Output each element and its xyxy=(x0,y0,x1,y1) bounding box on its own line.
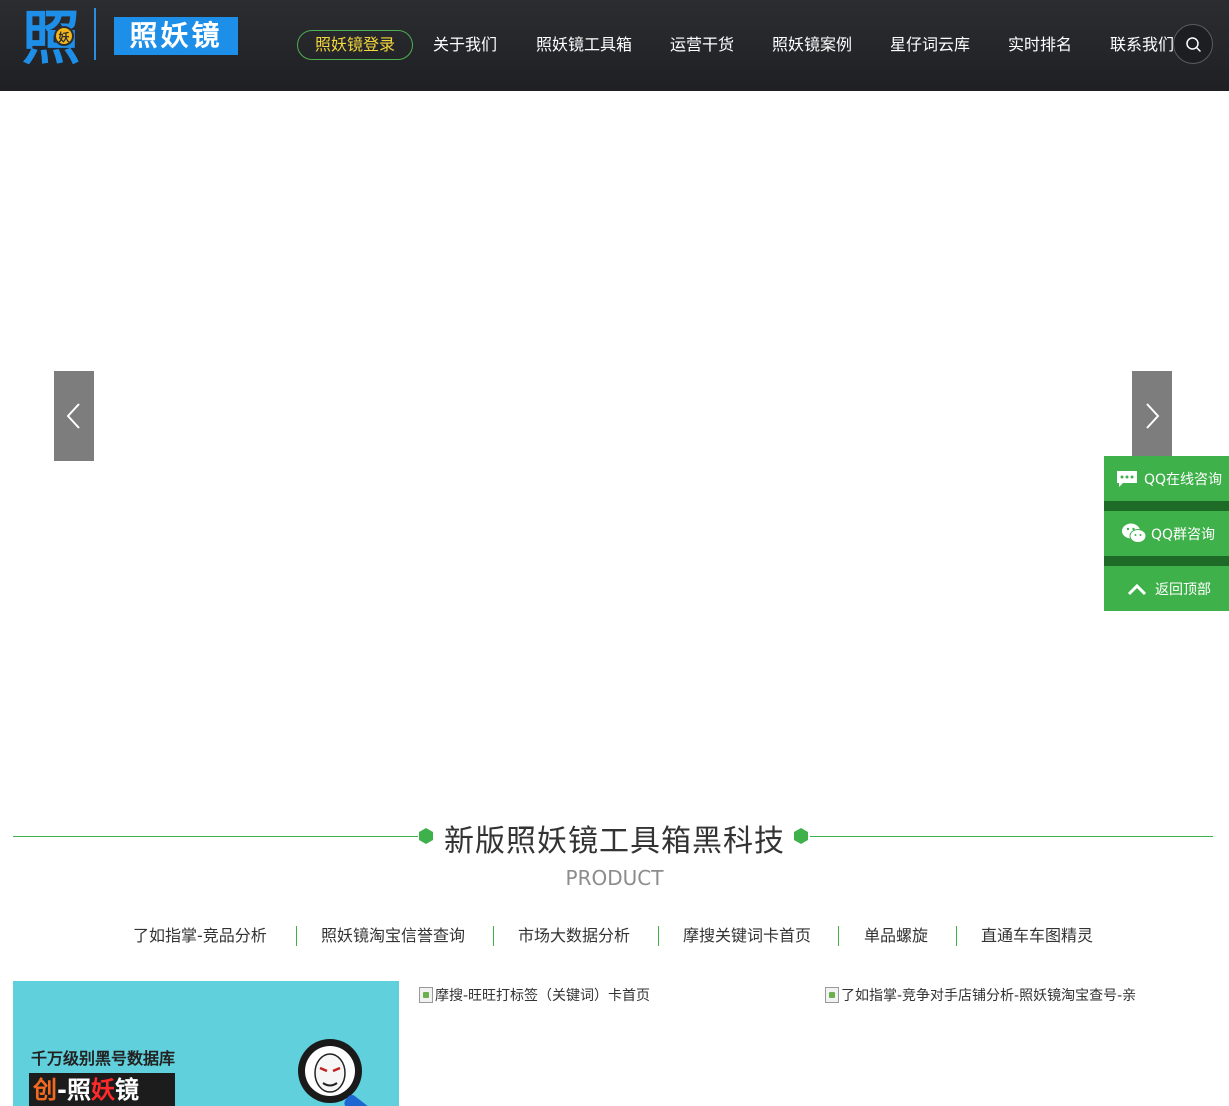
chevron-left-icon xyxy=(66,403,80,429)
side-qq-group-label: QQ群咨询 xyxy=(1151,526,1216,543)
tab-keyword-homepage[interactable]: 摩搜关键词卡首页 xyxy=(683,924,811,948)
tab-ztc-image[interactable]: 直通车车图精灵 xyxy=(981,924,1093,948)
banner-next-button[interactable] xyxy=(1132,371,1172,461)
magnifier-mask-icon xyxy=(298,1039,381,1106)
tab-competitor-analysis[interactable]: 了如指掌-竞品分析 xyxy=(133,924,267,948)
broken-image-icon xyxy=(419,987,433,1003)
nav-item-articles[interactable]: 运营干货 xyxy=(670,30,734,60)
side-qq-group-button[interactable]: QQ群咨询 xyxy=(1104,511,1229,556)
nav-item-toolbox[interactable]: 照妖镜工具箱 xyxy=(536,30,632,60)
tab-credit-query[interactable]: 照妖镜淘宝信誉查询 xyxy=(321,924,465,948)
wechat-icon xyxy=(1122,523,1147,543)
side-divider xyxy=(1104,501,1229,511)
chat-bubble-icon xyxy=(1117,471,1137,487)
product-card-3[interactable]: 了如指掌-竞争对手店铺分析-照妖镜淘宝查号-亲 xyxy=(825,985,1136,1005)
broken-image-icon xyxy=(825,987,839,1003)
side-qq-online-button[interactable]: QQ在线咨询 xyxy=(1104,456,1229,501)
product-1-brand: 创-照妖镜 xyxy=(33,1076,139,1104)
nav-item-cases[interactable]: 照妖镜案例 xyxy=(772,30,852,60)
site-logo[interactable]: 照 妖 照妖镜 xyxy=(22,6,238,64)
tab-separator xyxy=(296,926,297,946)
tab-separator xyxy=(956,926,957,946)
side-divider xyxy=(1104,556,1229,566)
side-qq-online-label: QQ在线咨询 xyxy=(1144,471,1223,488)
tab-separator xyxy=(658,926,659,946)
search-icon xyxy=(1186,37,1201,52)
tab-market-data[interactable]: 市场大数据分析 xyxy=(518,924,630,948)
tab-separator xyxy=(838,926,839,946)
hero-banner xyxy=(0,91,1229,791)
tab-product-spiral[interactable]: 单品螺旋 xyxy=(864,924,928,948)
product-1-headline: 千万级别黑号数据库 xyxy=(31,1049,176,1068)
chevron-right-icon xyxy=(1146,403,1160,429)
site-header: 照 妖 照妖镜 照妖镜登录 关于我们 照妖镜工具箱 运营干货 照妖镜案例 星仔词… xyxy=(0,0,1229,91)
side-back-top-label: 返回顶部 xyxy=(1155,581,1211,598)
product-3-alt-text: 了如指掌-竞争对手店铺分析-照妖镜淘宝查号-亲 xyxy=(841,988,1137,1004)
section-subtitle: PRODUCT xyxy=(565,866,664,890)
nav-item-wordcloud[interactable]: 星仔词云库 xyxy=(890,30,970,60)
section-title: 新版照妖镜工具箱黑科技 xyxy=(444,824,785,859)
nav-item-ranking[interactable]: 实时排名 xyxy=(1008,30,1072,60)
category-tabs: 了如指掌-竞品分析 照妖镜淘宝信誉查询 市场大数据分析 摩搜关键词卡首页 单品螺… xyxy=(0,924,1229,948)
nav-item-login[interactable]: 照妖镜登录 xyxy=(297,30,414,60)
product-1-brand-box: 创-照妖镜 xyxy=(29,1073,175,1106)
product-card-1[interactable]: 千万级别黑号数据库 创-照妖镜 xyxy=(13,981,399,1106)
product-card-2[interactable]: 摩搜-旺旺打标签（关键词）卡首页 xyxy=(419,985,650,1005)
section-divider-right xyxy=(810,836,1213,837)
nav-item-about[interactable]: 关于我们 xyxy=(433,30,497,60)
logo-zhao-mark: 照 妖 xyxy=(22,6,80,64)
logo-divider xyxy=(94,8,96,60)
chevron-up-icon xyxy=(1127,583,1147,596)
svg-text:妖: 妖 xyxy=(59,30,71,44)
nav-item-contact[interactable]: 联系我们 xyxy=(1110,30,1174,60)
tab-separator xyxy=(493,926,494,946)
logo-text: 照妖镜 xyxy=(114,17,238,55)
banner-prev-button[interactable] xyxy=(54,371,94,461)
product-2-alt-text: 摩搜-旺旺打标签（关键词）卡首页 xyxy=(435,988,651,1004)
search-button[interactable] xyxy=(1173,24,1213,64)
side-back-top-button[interactable]: 返回顶部 xyxy=(1104,566,1229,611)
